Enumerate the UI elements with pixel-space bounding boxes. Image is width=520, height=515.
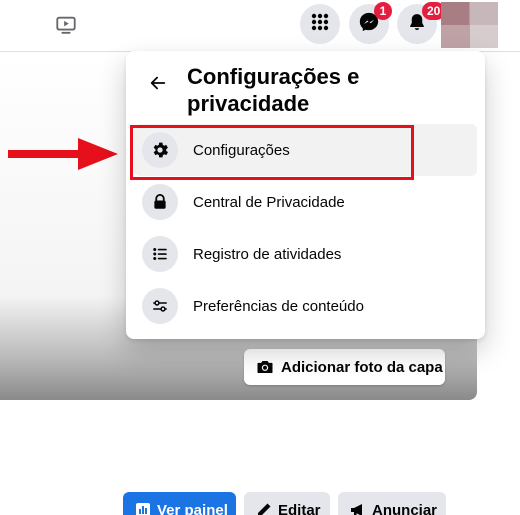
settings-privacy-menu: Configurações e privacidade Configuraçõe… [126, 51, 485, 339]
menu-item-label: Central de Privacidade [193, 193, 345, 211]
advertise-label: Anunciar [372, 501, 438, 515]
add-cover-photo-label: Adicionar foto da capa [281, 358, 443, 376]
menu-item-privacy-center[interactable]: Central de Privacidade [134, 176, 477, 228]
menu-item-activity-log[interactable]: Registro de atividades [134, 228, 477, 280]
camera-icon [255, 357, 275, 377]
grid-menu-icon [310, 12, 330, 37]
sliders-icon [142, 288, 178, 324]
view-dashboard-label: Ver painel [157, 501, 228, 515]
pencil-icon [256, 502, 272, 515]
menu-item-content-preferences[interactable]: Preferências de conteúdo [134, 280, 477, 332]
red-arrow-annotation [8, 138, 118, 170]
menu-item-label: Registro de atividades [193, 245, 342, 263]
megaphone-icon [350, 502, 366, 515]
menu-item-label: Preferências de conteúdo [193, 297, 364, 315]
view-dashboard-button[interactable]: Ver painel [123, 492, 236, 515]
menu-title: Configurações e privacidade [187, 64, 360, 116]
back-button[interactable] [144, 71, 172, 99]
avatar[interactable] [441, 2, 498, 48]
messenger-badge: 1 [374, 2, 392, 20]
edit-label: Editar [278, 501, 321, 515]
watch-icon[interactable] [54, 13, 78, 37]
add-cover-photo-button[interactable]: Adicionar foto da capa [244, 349, 445, 385]
menu-button[interactable] [300, 4, 340, 44]
top-navigation-bar: 1 20 [0, 0, 520, 52]
arrow-left-icon [149, 74, 167, 97]
edit-button[interactable]: Editar [244, 492, 330, 515]
red-highlight-annotation [130, 125, 414, 180]
dashboard-icon [135, 502, 151, 515]
list-icon [142, 236, 178, 272]
lock-icon [142, 184, 178, 220]
advertise-button[interactable]: Anunciar [338, 492, 446, 515]
